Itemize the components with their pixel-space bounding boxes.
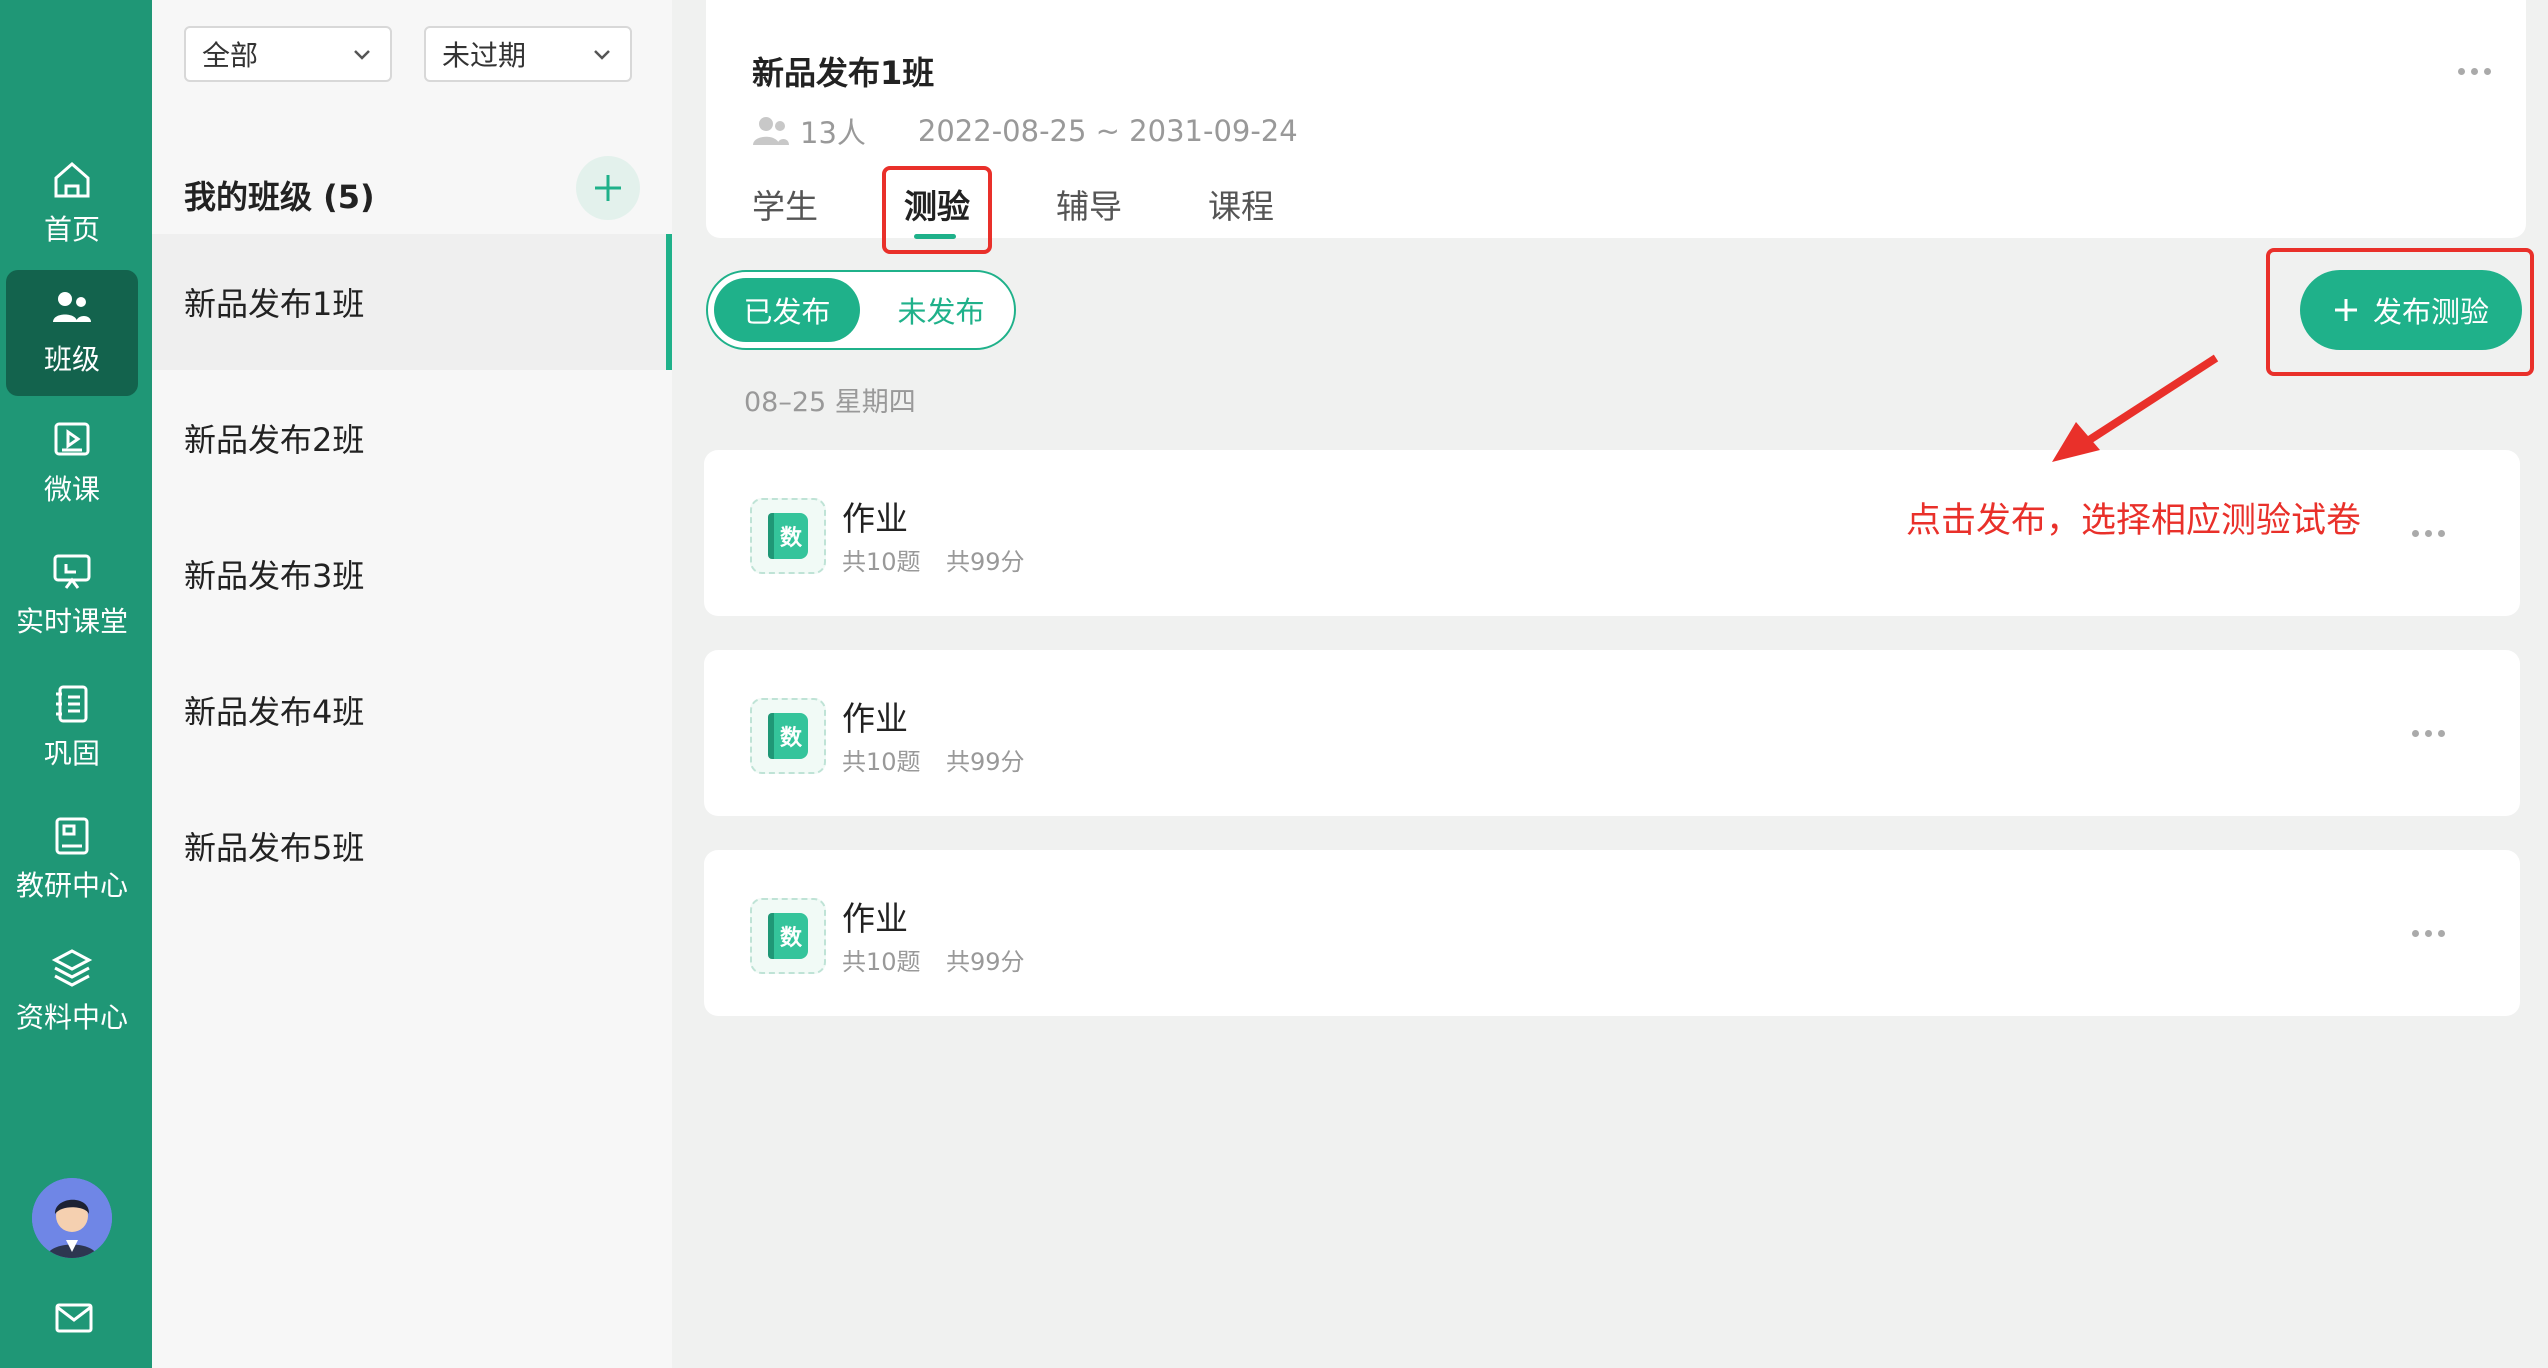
class-list-panel: 全部 未过期 我的班级 (5) 新品发布1班 新品发布2班 新品发布3班 新品发… [152,0,672,1368]
class-meta: 13人 2022-08-25 ~ 2031-09-24 [752,110,1298,152]
quiz-total-score: 共99分 [946,948,1025,976]
quiz-card[interactable]: 数 作业 共10题 共99分 [704,850,2520,1016]
quiz-more-button[interactable] [2412,730,2445,737]
people-icon [753,117,789,145]
page-title: 新品发布1班 [752,54,935,92]
class-group-icon [53,292,91,322]
nav-label-home: 首页 [43,213,100,246]
math-book-icon: 数 [750,898,826,974]
class-item-label: 新品发布3班 [184,557,365,595]
nav-item-research-center[interactable]: 教研中心 [6,796,138,922]
class-item[interactable]: 新品发布2班 [152,370,672,506]
nav-item-live-class[interactable]: 实时课堂 [6,532,138,658]
video-icon [54,422,90,456]
class-item[interactable]: 新品发布5班 [152,778,672,914]
nav-item-microlesson[interactable]: 微课 [6,400,138,526]
publish-highlight-box [2266,248,2534,376]
status-select[interactable]: 未过期 [424,26,632,82]
tab-students[interactable]: 学生 [752,180,818,228]
tab-highlight-box [882,166,992,254]
status-select-value: 未过期 [442,39,527,72]
quiz-more-button[interactable] [2412,530,2445,537]
avatar-image [32,1178,112,1258]
class-item-label: 新品发布5班 [184,829,365,867]
quiz-title: 作业 [842,699,908,738]
add-class-button[interactable] [576,156,640,220]
scope-select[interactable]: 全部 [184,26,392,82]
nav-label-microlesson: 微课 [43,473,100,506]
quiz-title: 作业 [842,899,908,938]
class-item-label: 新品发布1班 [184,285,365,323]
tab-courses[interactable]: 课程 [1208,180,1274,228]
layers-icon [51,949,93,987]
nav-item-home[interactable]: 首页 [6,140,138,266]
quiz-title: 作业 [842,499,908,538]
date-range: 2022-08-25 ~ 2031-09-24 [917,114,1298,148]
nav-label-research-center: 教研中心 [15,869,128,902]
date-group-label: 08–25 星期四 [744,387,916,418]
math-book-icon: 数 [750,498,826,574]
annotation-text: 点击发布，选择相应测验试卷 [1906,501,2362,541]
nav-label-live-class: 实时课堂 [15,605,128,638]
plus-icon [595,175,621,201]
subject-badge: 数 [768,513,808,559]
subject-badge: 数 [768,713,808,759]
unpublished-toggle-option[interactable]: 未发布 [886,278,996,342]
class-item-label: 新品发布2班 [184,421,365,459]
nav-item-class[interactable]: 班级 [6,270,138,396]
scope-select-value: 全部 [202,39,259,72]
published-toggle-option[interactable]: 已发布 [714,278,860,342]
chevron-down-icon [354,50,370,60]
more-options-button[interactable] [2458,68,2491,75]
live-class-icon [53,554,91,589]
publish-status-toggle: 已发布 未发布 [706,270,1016,350]
tab-tutoring[interactable]: 辅导 [1056,180,1122,228]
quiz-card[interactable]: 数 作业 共10题 共99分 [704,650,2520,816]
math-book-icon: 数 [750,698,826,774]
nav-item-consolidate[interactable]: 巩固 [6,664,138,790]
class-item[interactable]: 新品发布3班 [152,506,672,642]
nav-label-resource-center: 资料中心 [15,1001,128,1034]
quiz-question-count: 共10题 [842,748,921,776]
research-icon [55,817,89,855]
nav-item-resource-center[interactable]: 资料中心 [6,928,138,1054]
quiz-question-count: 共10题 [842,548,921,576]
avatar[interactable] [32,1178,112,1258]
subject-badge: 数 [768,913,808,959]
class-item[interactable]: 新品发布4班 [152,642,672,778]
class-item[interactable]: 新品发布1班 [152,234,672,370]
my-classes-title: 我的班级 (5) [184,178,375,216]
quiz-question-count: 共10题 [842,948,921,976]
mail-icon[interactable] [52,1296,96,1340]
notebook-icon [56,685,88,723]
annotation-arrow [2052,354,2219,462]
chevron-down-icon [594,50,610,60]
quiz-more-button[interactable] [2412,930,2445,937]
class-item-label: 新品发布4班 [184,693,365,731]
member-count: 13人 [800,116,866,150]
home-icon [54,162,90,198]
nav-label-class: 班级 [43,343,100,376]
quiz-total-score: 共99分 [946,748,1025,776]
nav-label-consolidate: 巩固 [43,737,100,770]
left-nav: 首页 班级 微课 实时课堂 巩固 教研中心 资料中心 [0,0,152,1368]
quiz-total-score: 共99分 [946,548,1025,576]
